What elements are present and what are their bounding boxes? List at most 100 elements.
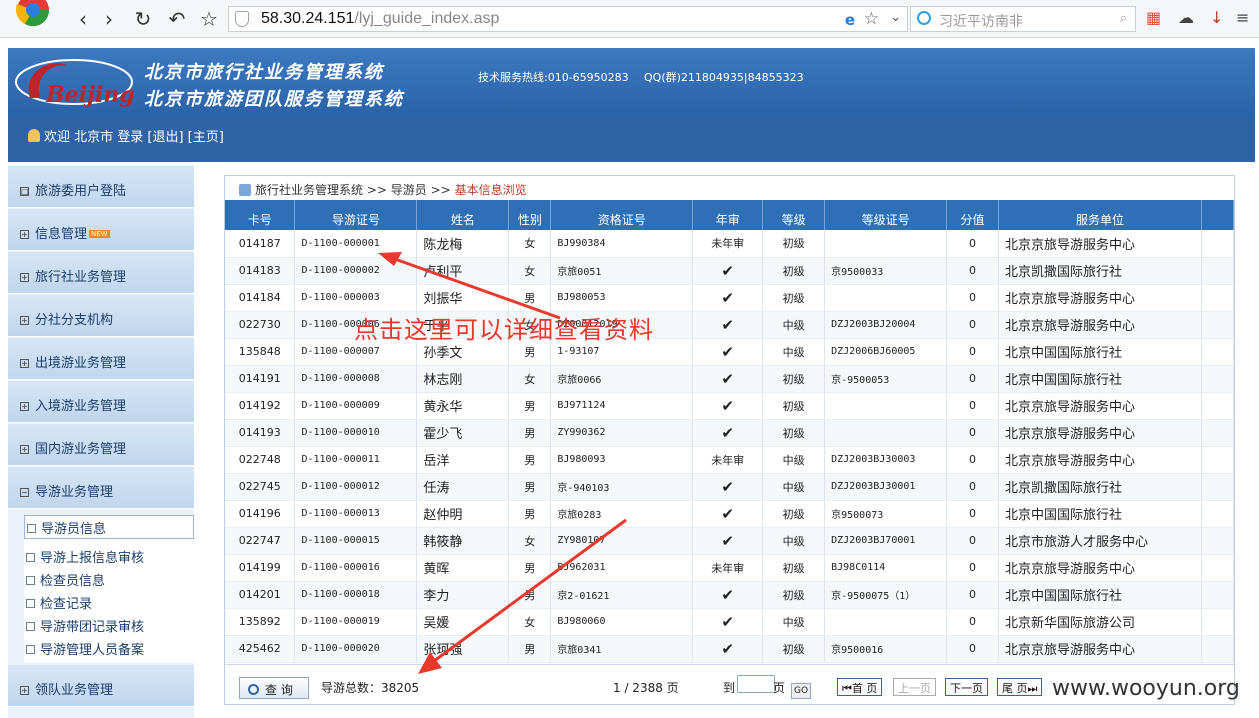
table-row[interactable]: 014191 D-1100-000008 林志刚女京旅0066 ✔ 初级 京-950005… bbox=[225, 365, 1235, 393]
table-row[interactable]: 014199 D-1100-000016 黄晖男 BJ962031 未年审 初级 BJ98C… bbox=[225, 554, 1235, 582]
guide-name-cell: 黄永华 bbox=[416, 392, 510, 420]
sidebar-item-info[interactable]: + 信息管理 NEW bbox=[8, 209, 194, 251]
search-input[interactable]: 习近平访南非 bbox=[939, 11, 1023, 31]
sidebar-item-domestic[interactable]: + 国内游业务管理 bbox=[8, 424, 194, 466]
table-row[interactable]: 014183 D-1100-000002 卢利平女京旅0051 ✔ 初级 京9500033… bbox=[225, 257, 1235, 285]
table-row[interactable]: 014201 D-1100-000018 李力男京2-01621 ✔ 初级 京-95000… bbox=[225, 581, 1235, 609]
gender-cell: 女 bbox=[508, 365, 552, 393]
col-header-level[interactable]: 等级 bbox=[762, 200, 826, 230]
guide-id-link-cell[interactable]: D-1100-000001 bbox=[294, 230, 418, 258]
score-cell: 0 bbox=[946, 473, 1000, 501]
goto-page-input[interactable] bbox=[737, 675, 775, 693]
col-header-qualification[interactable]: 资格证号 bbox=[550, 200, 694, 230]
table-row[interactable]: 425462 D-1100-000020 张珂强男京旅0341 ✔ 初级 京9500016… bbox=[225, 635, 1235, 663]
favorite-star-icon[interactable]: ☆ bbox=[864, 9, 879, 29]
table-row[interactable]: 014193 D-1100-000010 霍少飞男 ZY990362 ✔ 初级 0 北京京旅导… bbox=[225, 419, 1235, 447]
guide-id-link-cell[interactable]: D-1100-000019 bbox=[294, 608, 418, 636]
sidebar-item-login[interactable]: □ 旅游委用户登陆 bbox=[8, 166, 194, 208]
guide-id-link-cell[interactable]: D-1100-000008 bbox=[294, 365, 418, 393]
guide-id-link-cell[interactable]: D-1100-000012 bbox=[294, 473, 418, 501]
col-header-card[interactable]: 卡号 bbox=[225, 200, 296, 230]
first-page-button[interactable]: ⏮首 页 bbox=[837, 678, 883, 696]
sidebar-item-inbound[interactable]: + 入境游业务管理 bbox=[8, 381, 194, 423]
download-icon[interactable]: ↓ bbox=[1210, 8, 1223, 27]
back-icon[interactable]: ‹ bbox=[72, 8, 94, 30]
card-number-cell: 022747 bbox=[225, 527, 296, 555]
qualification-number-cell: 京旅0066 bbox=[550, 365, 694, 393]
level-cell: 初级 bbox=[762, 365, 826, 393]
gender-cell: 女 bbox=[508, 257, 552, 285]
sidebar-item-agency[interactable]: + 旅行社业务管理 bbox=[8, 252, 194, 294]
next-page-button[interactable]: 下一页 bbox=[945, 678, 988, 696]
apps-grid-icon[interactable]: ▦ bbox=[1146, 8, 1161, 27]
cloud-icon[interactable]: ☁ bbox=[1178, 8, 1194, 27]
table-row[interactable]: 022745 D-1100-000012 任涛男京-940103 ✔ 中级 DZJ2003… bbox=[225, 473, 1235, 501]
col-header-gender[interactable]: 性别 bbox=[508, 200, 552, 230]
guide-id-link-cell[interactable]: D-1100-000015 bbox=[294, 527, 418, 555]
expand-icon: + bbox=[20, 445, 29, 454]
row-spacer bbox=[1201, 419, 1235, 447]
sidebar-item-outbound[interactable]: + 出境游业务管理 bbox=[8, 338, 194, 380]
search-box[interactable]: 习近平访南非 ⌕ bbox=[910, 6, 1136, 32]
col-header-unit[interactable]: 服务单位 bbox=[998, 200, 1202, 230]
guide-id-link-cell[interactable]: D-1100-000011 bbox=[294, 446, 418, 474]
col-header-annual-review[interactable]: 年审 bbox=[692, 200, 764, 230]
card-number-cell: 425462 bbox=[225, 635, 296, 663]
bookmark-star-icon[interactable]: ☆ bbox=[198, 8, 220, 30]
table-row[interactable]: 014196 D-1100-000013 赵仲明男京旅0283 ✔ 初级 京9500073… bbox=[225, 500, 1235, 528]
table-row[interactable]: 022748 D-1100-000011 岳洋男 BJ980093 未年审 中级 DZJ20… bbox=[225, 446, 1235, 474]
table-row[interactable]: 135892 D-1100-000019 吴媛女 BJ980060 ✔ 中级 0 北京新华国际… bbox=[225, 608, 1235, 636]
col-header-score[interactable]: 分值 bbox=[946, 200, 1000, 230]
welcome-label[interactable]: 欢迎 北京市 登录 [退出] [主页] bbox=[44, 130, 224, 145]
guide-id-link-cell[interactable]: D-1100-000003 bbox=[294, 284, 418, 312]
search-engine-icon bbox=[917, 11, 931, 25]
guide-id-link-cell[interactable]: D-1100-000002 bbox=[294, 257, 418, 285]
forward-icon[interactable]: › bbox=[98, 8, 120, 30]
guide-id-link-cell[interactable]: D-1100-000018 bbox=[294, 581, 418, 609]
sidebar-item-leader[interactable]: + 领队业务管理 bbox=[8, 665, 194, 707]
annual-review-cell: 未年审 bbox=[692, 554, 764, 582]
system-title-1: 北京市旅行社业务管理系统 bbox=[144, 62, 384, 83]
refresh-icon[interactable]: ↻ bbox=[132, 8, 154, 30]
undo-icon[interactable]: ↶ bbox=[166, 8, 188, 30]
guide-id-link-cell[interactable]: D-1100-000009 bbox=[294, 392, 418, 420]
guide-id-link-cell[interactable]: D-1100-000020 bbox=[294, 635, 418, 663]
table-row[interactable]: 014184 D-1100-000003 刘振华男 BJ980053 ✔ 初级 0 北京京旅导… bbox=[225, 284, 1235, 312]
menu-icon[interactable]: ≡ bbox=[1236, 8, 1249, 27]
chevron-down-icon[interactable]: ⌄ bbox=[890, 10, 901, 25]
qualification-number-cell: BJ980053 bbox=[550, 284, 694, 312]
table-row[interactable]: 014187 D-1100-000001 陈龙梅女 BJ990384 未年审 初级 0 北京京… bbox=[225, 230, 1235, 258]
main-panel: 旅行社业务管理系统 >> 导游员 >> 基本信息浏览 卡号 导游证号 姓名 性别… bbox=[224, 175, 1235, 705]
guide-id-link-cell[interactable]: D-1100-000010 bbox=[294, 419, 418, 447]
col-header-name[interactable]: 姓名 bbox=[416, 200, 510, 230]
last-page-button[interactable]: 尾 页⏭ bbox=[997, 678, 1043, 696]
card-number-cell: 135848 bbox=[225, 338, 296, 366]
submenu-manager-filing[interactable]: 导游管理人员备案 bbox=[24, 639, 144, 661]
col-header-guide-id[interactable]: 导游证号 bbox=[294, 200, 418, 230]
submenu-inspection-records[interactable]: 检查记录 bbox=[24, 593, 92, 615]
search-icon[interactable]: ⌕ bbox=[1120, 11, 1127, 26]
sidebar-item-label: 导游业务管理 bbox=[35, 485, 114, 500]
prev-page-button[interactable]: 上一页 bbox=[893, 678, 936, 696]
breadcrumb-current: 基本信息浏览 bbox=[454, 183, 527, 197]
level-cell: 初级 bbox=[762, 257, 826, 285]
table-row[interactable]: 022747 D-1100-000015 韩筱静女 ZY980107 ✔ 中级 DZJ200… bbox=[225, 527, 1235, 555]
gender-cell: 女 bbox=[508, 608, 552, 636]
col-header-level-cert[interactable]: 等级证号 bbox=[824, 200, 948, 230]
submenu-guide-info[interactable]: 导游员信息 bbox=[24, 515, 194, 539]
address-bar[interactable]: 58.30.24.151/lyj_guide_index.asp e ☆ ⌄ bbox=[228, 6, 908, 32]
table-row[interactable]: 014192 D-1100-000009 黄永华男 BJ971124 ✔ 初级 0 北京京旅导… bbox=[225, 392, 1235, 420]
sidebar-item-guide[interactable]: − 导游业务管理 bbox=[8, 467, 194, 509]
submenu-inspector-info[interactable]: 检查员信息 bbox=[24, 570, 105, 592]
query-button[interactable]: 查 询 bbox=[239, 677, 309, 699]
breadcrumb-part2: 导游员 bbox=[390, 183, 427, 197]
guide-id-link-cell[interactable]: D-1100-000016 bbox=[294, 554, 418, 582]
go-button[interactable]: GO bbox=[791, 683, 811, 699]
guide-id-link-cell[interactable]: D-1100-000013 bbox=[294, 500, 418, 528]
submenu-tour-records-review[interactable]: 导游带团记录审核 bbox=[24, 616, 144, 638]
gender-cell: 男 bbox=[508, 419, 552, 447]
page-indicator: 1 / 2388 页 bbox=[613, 681, 679, 695]
submenu-report-review[interactable]: 导游上报信息审核 bbox=[24, 547, 144, 569]
sidebar-item-branch[interactable]: + 分社分支机构 bbox=[8, 295, 194, 337]
ie-mode-icon[interactable]: e bbox=[845, 11, 855, 29]
